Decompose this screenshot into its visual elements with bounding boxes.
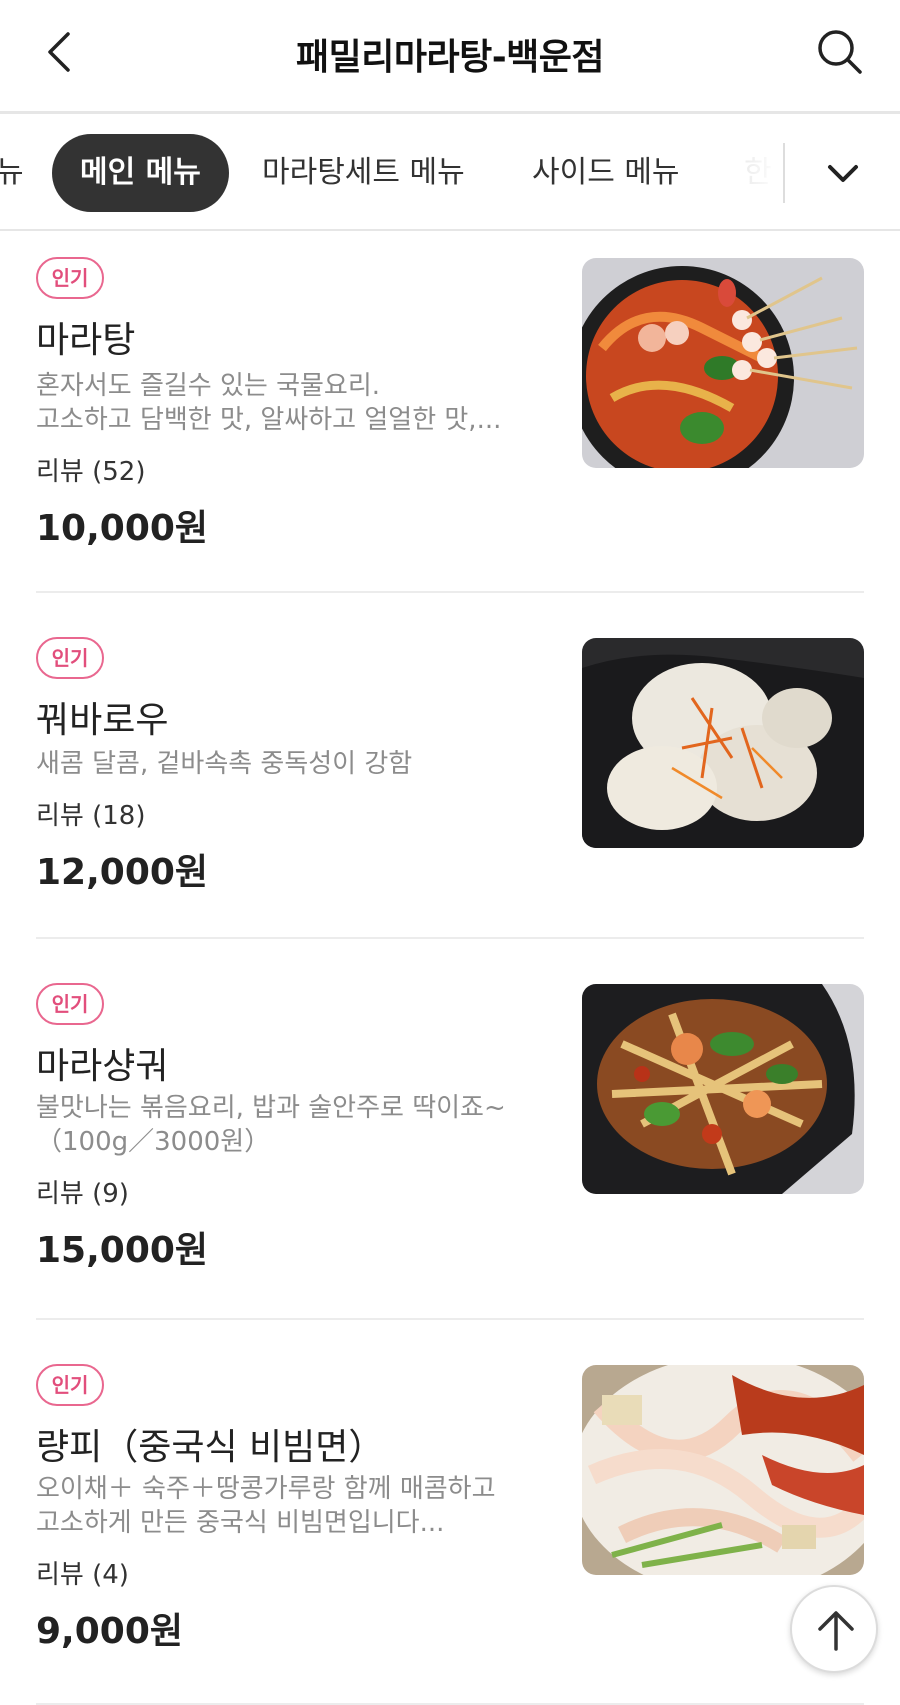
chevron-down-icon [828, 165, 858, 182]
menu-item-malatang[interactable]: 인기 마라탕 혼자서도 즐길수 있는 국물요리. 고소하고 담백한 맛, 알싸하… [36, 233, 864, 593]
menu-item-reviews[interactable]: 리뷰 (4) [36, 1554, 129, 1591]
menu-item-price: 9,000원 [36, 1611, 183, 1652]
scroll-to-top-button[interactable] [790, 1585, 878, 1673]
popular-badge: 인기 [36, 637, 104, 679]
tab-main-menu[interactable]: 메인 메뉴 [52, 134, 229, 212]
expand-tabs-button[interactable] [800, 139, 886, 209]
description-line: 불맛나는 볶음요리, 밥과 술안주로 딱이죠~ [36, 1093, 506, 1123]
store-title: 패밀리마라탕-백운점 [295, 37, 605, 78]
chevron-left-icon [48, 32, 70, 72]
menu-item-photo [582, 638, 864, 848]
menu-item-price: 15,000원 [36, 1230, 209, 1271]
menu-item-reviews[interactable]: 리뷰 (52) [36, 451, 145, 488]
popular-badge: 인기 [36, 257, 104, 299]
popular-badge: 인기 [36, 1364, 104, 1406]
menu-item-description: 불맛나는 볶음요리, 밥과 술안주로 딱이죠~ （100g／3000원） [36, 1091, 536, 1159]
menu-item-photo [582, 258, 864, 468]
menu-item-reviews[interactable]: 리뷰 (9) [36, 1173, 129, 1210]
app-header: 패밀리마라탕-백운점 [0, 0, 900, 114]
description-line: （100g／3000원） [36, 1127, 271, 1157]
menu-item-guobaorou[interactable]: 인기 꿔바로우 새콤 달콤, 겉바속촉 중독성이 강함 리뷰 (18) 12,0… [36, 593, 864, 939]
tab-fade-overlay [700, 117, 780, 229]
search-button[interactable] [810, 22, 870, 82]
menu-item-reviews[interactable]: 리뷰 (18) [36, 795, 145, 832]
menu-item-name: 량피（중국식 비빔면） [36, 1427, 385, 1468]
description-line: 새콤 달콤, 겉바속촉 중독성이 강함 [36, 749, 413, 779]
description-line: 고소하게 만든 중국식 비빔면입니다... [36, 1508, 445, 1538]
menu-item-photo [582, 1365, 864, 1575]
menu-item-price: 12,000원 [36, 852, 209, 893]
menu-item-description: 새콤 달콤, 겉바속촉 중독성이 강함 [36, 747, 536, 781]
tab-previous-partial[interactable]: 뉴 [0, 134, 24, 212]
back-button[interactable] [30, 22, 90, 82]
popular-badge: 인기 [36, 983, 104, 1025]
tab-divider [783, 143, 785, 203]
tab-malatang-set-menu[interactable]: 마라탕세트 메뉴 [262, 134, 465, 212]
menu-item-mala-xiangguo[interactable]: 인기 마라샹궈 불맛나는 볶음요리, 밥과 술안주로 딱이죠~ （100g／30… [36, 939, 864, 1320]
menu-item-name: 꿔바로우 [36, 700, 169, 741]
arrow-up-icon [818, 1611, 854, 1651]
category-tabs: 뉴 메인 메뉴 마라탕세트 메뉴 사이드 메뉴 한 [0, 117, 900, 231]
description-line: 혼자서도 즐길수 있는 국물요리. [36, 371, 381, 401]
search-icon [818, 30, 862, 74]
description-line: 오이채＋ 숙주＋땅콩가루랑 함께 매콤하고 [36, 1474, 496, 1504]
menu-item-price: 10,000원 [36, 508, 209, 549]
menu-item-liangpi[interactable]: 인기 량피（중국식 비빔면） 오이채＋ 숙주＋땅콩가루랑 함께 매콤하고 고소하… [36, 1320, 864, 1705]
tab-side-menu[interactable]: 사이드 메뉴 [532, 134, 680, 212]
menu-item-description: 오이채＋ 숙주＋땅콩가루랑 함께 매콤하고 고소하게 만든 중국식 비빔면입니다… [36, 1472, 536, 1540]
menu-item-photo [582, 984, 864, 1194]
description-line: 고소하고 담백한 맛, 알싸하고 얼얼한 맛,... [36, 405, 502, 435]
menu-item-description: 혼자서도 즐길수 있는 국물요리. 고소하고 담백한 맛, 알싸하고 얼얼한 맛… [36, 369, 536, 437]
menu-item-name: 마라샹궈 [36, 1046, 169, 1087]
menu-item-name: 마라탕 [36, 320, 136, 361]
